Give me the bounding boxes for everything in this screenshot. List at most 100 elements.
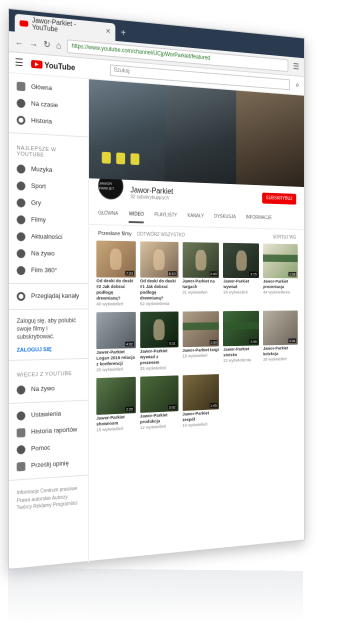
video-meta: 12 wyświetleń [140, 424, 178, 432]
video-meta: 40 wyświetleń [96, 302, 135, 308]
person-shape [153, 319, 164, 341]
video-thumbnail[interactable]: 3:44 [263, 310, 298, 345]
signin-prompt: Zaloguj się, aby polubić swoje filmy i s… [9, 313, 88, 346]
logo-banner-shape [182, 322, 219, 330]
tab-home[interactable]: GŁÓWNA [98, 207, 118, 223]
channel-banner [89, 79, 304, 187]
sidebar-item-games[interactable]: Gry [9, 194, 88, 213]
divider [9, 400, 88, 404]
video-card[interactable]: 4:02 Jawor-Parkiet Logan 2019 relacja z k… [96, 312, 135, 374]
duration-badge: 3:02 [168, 404, 176, 409]
search-icon[interactable]: ⌕ [296, 81, 299, 90]
video-card[interactable]: 7:23 Od deski do deski #2 Jak dobrać podł… [96, 241, 135, 309]
sidebar: Główna Na czasie Historia NAJLEPSZE W YO… [9, 73, 89, 571]
sidebar-item-360[interactable]: Film 360° [9, 262, 88, 279]
duration-badge: 6:10 [168, 271, 176, 276]
duration-badge: 3:44 [289, 338, 297, 343]
youtube-play-icon [31, 60, 42, 69]
duration-badge: 2:05 [250, 339, 258, 344]
video-title[interactable]: Jawor-Parkiet wywiad [223, 280, 259, 291]
tab-videos[interactable]: WIDEO [129, 208, 144, 224]
video-card[interactable]: 3:15 Jawor-Parkiet wywiad 28 wyświetleń [223, 243, 259, 308]
video-thumbnail[interactable]: 3:02 [140, 375, 178, 412]
video-card[interactable]: 6:10 Od deski do deski #1 Jak dobrać podł… [140, 241, 178, 308]
video-meta: 20 wyświetleń [96, 367, 135, 374]
tab-playlists[interactable]: PLAYLISTY [154, 208, 177, 224]
video-thumbnail[interactable]: 1:58 [263, 244, 298, 279]
hamburger-icon[interactable]: ☰ [15, 57, 24, 69]
channel-main: JAWOR PARKIET Jawor-Parkiet 92 subskrybu… [89, 79, 304, 563]
duration-badge: 7:23 [125, 271, 134, 276]
tab-about[interactable]: INFORMACJE [246, 211, 272, 226]
tab-channels[interactable]: KANAŁY [187, 209, 204, 224]
menu-icon[interactable]: ☰ [293, 61, 299, 71]
video-card[interactable]: 1:30 Jawor-Parkiet targi 18 wyświetleń [182, 311, 219, 371]
chair-shape [116, 152, 125, 164]
close-tab-icon[interactable]: ✕ [106, 27, 111, 35]
play-all-button[interactable]: ODTWÓRZ WSZYSTKO [137, 232, 185, 239]
video-thumbnail[interactable]: 2:20 [96, 377, 135, 415]
back-icon[interactable]: ← [15, 37, 24, 48]
sidebar-item-browse-channels[interactable]: Przeglądaj kanały [9, 288, 88, 305]
video-card[interactable]: 1:45 Jawor-Parkiet zespół 19 wyświetleń [182, 374, 219, 430]
new-tab-button[interactable]: + [121, 28, 126, 39]
chair-shape [130, 153, 139, 165]
sidebar-item-label: Na czasie [31, 101, 58, 110]
sidebar-item-label: Na żywo [31, 250, 55, 257]
feedback-icon [17, 462, 26, 472]
video-thumbnail[interactable]: 7:23 [96, 241, 135, 278]
video-card[interactable]: 2:05 Jawor-Parkiet stoisko 22 wyświetlenia [223, 311, 259, 370]
video-card[interactable]: 1:58 Jawor-Parkiet prezentacja 44 wyświetl… [263, 244, 298, 308]
window-reflection [8, 568, 303, 624]
video-title[interactable]: Jawor-Parkiet Logan 2019 relacja z konfe… [96, 350, 135, 368]
video-title[interactable]: Od deski do deski #1 Jak dobrać podłogę … [140, 279, 178, 302]
video-title[interactable]: Jawor-Parkiet prezentacja [263, 280, 298, 291]
video-title[interactable]: Od deski do deski #2 Jak dobrać podłogę … [96, 279, 135, 302]
video-thumbnail[interactable]: 3:15 [223, 243, 259, 278]
video-card[interactable]: 2:40 Jawor-Parkiet na targach 31 wyświetle… [182, 242, 219, 308]
sidebar-item-news[interactable]: Aktualności [9, 228, 88, 246]
video-title[interactable]: Jawor-Parkiet na targach [182, 280, 219, 291]
video-title[interactable]: Jawor-Parkiet wywiad z prezesem [140, 349, 178, 367]
tab-discussion[interactable]: DYSKUSJA [214, 210, 236, 225]
duration-badge: 5:11 [168, 341, 176, 346]
video-grid: 7:23 Od deski do deski #2 Jak dobrać podł… [89, 240, 304, 434]
banner-photo [236, 91, 304, 187]
banner-photo [89, 79, 165, 181]
duration-badge: 2:40 [209, 271, 217, 276]
video-card[interactable]: 5:11 Jawor-Parkiet wywiad z prezesem 35 wy… [140, 311, 178, 372]
sidebar-item-label: Filmy [31, 217, 46, 224]
video-thumbnail[interactable]: 6:10 [140, 241, 178, 277]
forward-icon[interactable]: → [29, 38, 38, 49]
section-title: Przesłane filmy [98, 231, 131, 237]
sidebar-item-feedback[interactable]: Prześlij opinię [9, 454, 88, 476]
live-icon [17, 386, 26, 395]
video-card[interactable]: 3:44 Jawor-Parkiet kolekcja 26 wyświetleń [263, 310, 298, 368]
signin-button[interactable]: ZALOGUJ SIĘ [9, 345, 88, 357]
sidebar-item-label: Przeglądaj kanały [31, 293, 79, 300]
video-thumbnail[interactable]: 4:02 [96, 312, 135, 349]
subscribe-button[interactable]: SUBSKRYBUJ [262, 192, 296, 204]
footer-links[interactable]: Informacje Centrum prasowe Prawa autorsk… [9, 480, 88, 520]
video-thumbnail[interactable]: 1:30 [182, 311, 219, 347]
banner-photo [165, 85, 237, 184]
sidebar-item-label: Gry [31, 200, 41, 207]
video-meta: 15 wyświetleń [96, 426, 135, 434]
sidebar-item-movies[interactable]: Filmy [9, 211, 88, 230]
sort-button[interactable]: SORTUJ WG [273, 235, 297, 241]
youtube-logo[interactable]: YouTube [31, 59, 75, 71]
refresh-icon[interactable]: ↻ [43, 39, 50, 50]
video-meta: 28 wyświetleń [223, 291, 259, 297]
home-icon[interactable]: ⌂ [56, 40, 61, 50]
video-thumbnail[interactable]: 2:05 [223, 311, 259, 346]
video-thumbnail[interactable]: 2:40 [182, 242, 219, 278]
video-card[interactable]: 2:20 Jawor-Parkiet showroom 15 wyświetleń [96, 377, 135, 434]
duration-badge: 3:15 [250, 272, 258, 277]
video-thumbnail[interactable]: 5:11 [140, 311, 178, 348]
divider [9, 308, 88, 310]
video-thumbnail[interactable]: 1:45 [182, 374, 219, 411]
sidebar-item-live-more[interactable]: Na żywo [9, 380, 88, 400]
sidebar-item-live[interactable]: Na żywo [9, 245, 88, 263]
video-card[interactable]: 3:02 Jawor-Parkiet produkcja 12 wyświetleń [140, 375, 178, 431]
sidebar-item-label: Muzyka [31, 166, 52, 174]
